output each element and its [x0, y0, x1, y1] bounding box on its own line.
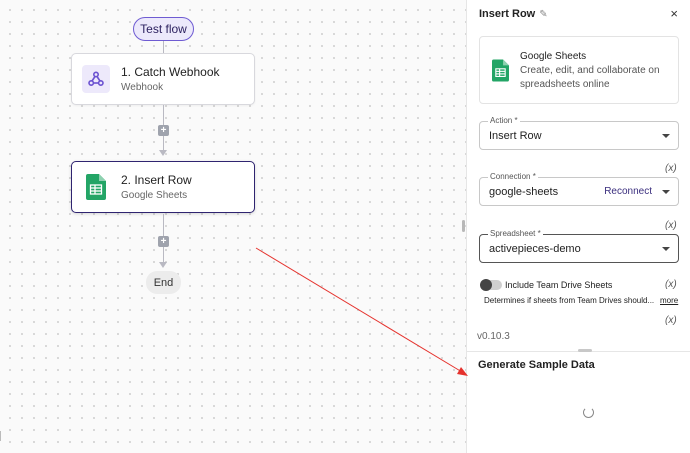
canvas-corner-mark — [0, 431, 3, 441]
action-select[interactable]: Action * Insert Row — [479, 115, 679, 150]
step-subtitle: Webhook — [121, 82, 164, 93]
add-step-button[interactable]: + — [158, 125, 169, 136]
reconnect-link[interactable]: Reconnect — [604, 186, 652, 197]
panel-title: Insert Row ✎ — [479, 8, 548, 20]
fx-toggle-icon[interactable]: (x) — [665, 220, 677, 231]
spreadsheet-select[interactable]: Spreadsheet * activepieces-demo — [479, 228, 679, 263]
loading-spinner-icon — [583, 407, 594, 418]
step-title: 1. Catch Webhook — [121, 65, 220, 79]
step-card-catch-webhook[interactable]: 1. Catch Webhook Webhook — [71, 53, 255, 105]
connection-select[interactable]: Connection * google-sheets Reconnect — [479, 171, 679, 206]
chevron-down-icon — [662, 190, 670, 194]
team-drive-label: Include Team Drive Sheets — [505, 280, 613, 290]
step-settings-panel: Insert Row ✎ × Google Sheets Create, edi… — [466, 0, 690, 453]
panel-title-text: Insert Row — [479, 8, 536, 20]
connector-line — [163, 41, 164, 53]
google-sheets-icon — [82, 173, 110, 201]
connector-arrowhead — [159, 150, 167, 156]
add-step-button[interactable]: + — [158, 236, 169, 247]
fx-toggle-icon[interactable]: (x) — [665, 163, 677, 174]
action-value: Insert Row — [489, 130, 542, 142]
spreadsheet-value: activepieces-demo — [489, 243, 581, 255]
step-subtitle: Google Sheets — [121, 190, 188, 201]
piece-description: Create, edit, and collaborate on spreads… — [520, 65, 660, 90]
step-card-insert-row[interactable]: 2. Insert Row Google Sheets — [71, 161, 255, 213]
test-flow-button[interactable]: Test flow — [133, 17, 194, 41]
section-resize-handle[interactable] — [578, 349, 592, 352]
panel-resize-handle[interactable] — [462, 220, 465, 232]
toggle-knob — [480, 279, 492, 291]
end-label: End — [153, 276, 174, 289]
flow-canvas[interactable]: Test flow 1. Catch Webhook Webhook + 2. … — [0, 0, 466, 453]
connection-label: Connection * — [488, 171, 538, 182]
end-node: End — [146, 271, 181, 294]
pencil-icon[interactable]: ✎ — [539, 9, 547, 20]
google-sheets-icon — [492, 59, 509, 87]
fx-toggle-icon[interactable]: (x) — [665, 279, 677, 290]
chevron-down-icon — [662, 247, 670, 251]
team-drive-toggle[interactable] — [480, 279, 502, 291]
team-drive-description: Determines if sheets from Team Drives sh… — [484, 296, 655, 305]
action-label: Action * — [488, 115, 520, 126]
step-title: 2. Insert Row — [121, 173, 192, 187]
sample-data-title: Generate Sample Data — [478, 359, 595, 371]
piece-version: v0.10.3 — [477, 331, 510, 342]
more-link[interactable]: more — [660, 296, 678, 305]
piece-info-card: Google Sheets Create, edit, and collabor… — [479, 36, 679, 104]
fx-toggle-icon[interactable]: (x) — [665, 315, 677, 326]
chevron-down-icon — [662, 134, 670, 138]
piece-name: Google Sheets — [520, 51, 587, 62]
connector-arrowhead — [159, 262, 167, 268]
spreadsheet-label: Spreadsheet * — [488, 228, 543, 239]
test-flow-label: Test flow — [140, 22, 187, 36]
close-icon[interactable]: × — [670, 6, 678, 21]
connection-value: google-sheets — [489, 186, 559, 198]
webhook-icon — [82, 65, 110, 93]
